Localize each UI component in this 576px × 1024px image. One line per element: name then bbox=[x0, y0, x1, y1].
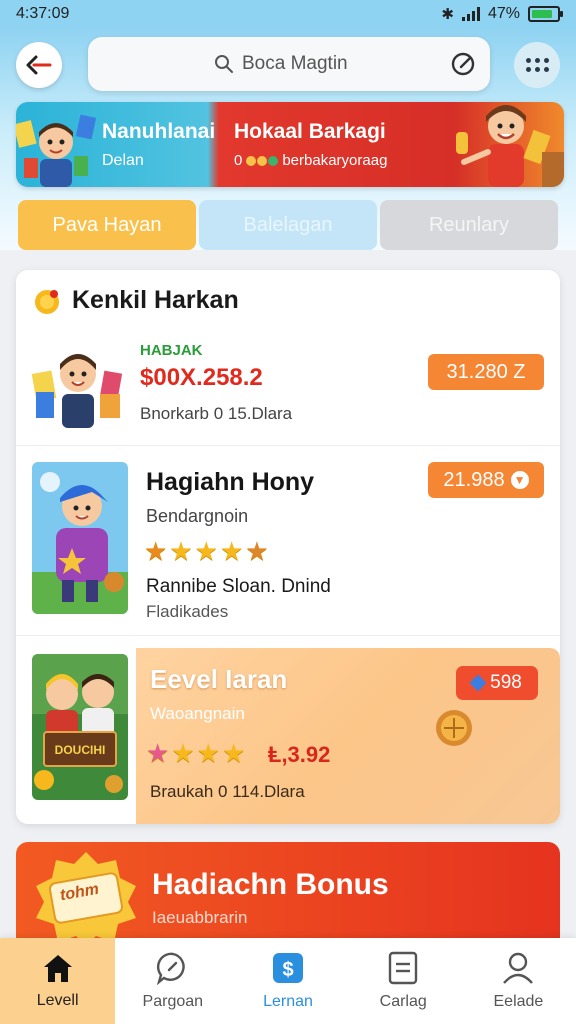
reward-list-card: Kenkil Harkan HABJAK $00X.258.2 Bnorkarb… bbox=[16, 270, 560, 824]
item-subtitle: Waoangnain bbox=[150, 704, 245, 723]
treasure-chest-icon bbox=[436, 710, 472, 746]
star-icon: ★ bbox=[194, 536, 218, 566]
star-icon: ★ bbox=[169, 536, 193, 566]
item-price-button[interactable]: 21.988 ▼ bbox=[428, 462, 544, 498]
item-detail-line-2: Fladikades bbox=[146, 602, 229, 621]
list-item[interactable]: HABJAK $00X.258.2 Bnorkarb 0 15.Dlara 31… bbox=[16, 330, 560, 446]
banner-right-subtitle-prefix: 0 bbox=[234, 152, 243, 169]
item-subtitle: Bendargnoin bbox=[146, 506, 249, 526]
dollar-app-icon: $ bbox=[273, 953, 303, 983]
search-icon bbox=[215, 55, 233, 73]
list-item-highlighted[interactable]: DOUCIHI Eevel Iaran Waoangnain ★ ★ ★ ★ Ⱡ… bbox=[16, 638, 560, 824]
coin-icon bbox=[35, 290, 59, 314]
rating-stars: ★ ★ ★ ★ bbox=[146, 740, 245, 766]
profile-icon bbox=[503, 952, 534, 984]
nav-label: Carlag bbox=[379, 993, 427, 1010]
more-menu-icon[interactable] bbox=[514, 42, 560, 88]
star-icon: ★ bbox=[219, 536, 244, 566]
edit-icon[interactable] bbox=[450, 51, 476, 77]
nav-item-pargoan[interactable]: Pargoan bbox=[115, 938, 230, 1024]
item-thumbnail-sign: DOUCIHI bbox=[55, 743, 106, 757]
nav-item-lernan[interactable]: $ Lernan bbox=[230, 938, 345, 1024]
search-input[interactable]: Boca Magtin bbox=[242, 53, 450, 75]
battery-icon bbox=[528, 6, 563, 22]
card-title: Kenkil Harkan bbox=[72, 286, 239, 314]
list-item[interactable]: Hagiahn Hony Bendargnoin ★ ★ ★ ★ ★ Ranni… bbox=[16, 446, 560, 636]
tab-pava-hayan[interactable]: Pava Hayan bbox=[18, 200, 196, 250]
item-thumbnail bbox=[32, 462, 128, 614]
star-icon: ★ bbox=[146, 738, 170, 768]
item-thumbnail: DOUCIHI bbox=[32, 654, 128, 800]
tag-icon bbox=[469, 674, 487, 692]
item-price: $00X.258.2 bbox=[140, 364, 263, 391]
status-time: 4:37:09 bbox=[16, 5, 70, 22]
svg-text:$: $ bbox=[282, 959, 293, 981]
nav-label: Pargoan bbox=[142, 993, 204, 1010]
nav-label: Lernan bbox=[263, 993, 313, 1010]
nav-item-eelade[interactable]: Eelade bbox=[461, 938, 576, 1024]
item-price-button[interactable]: 598 bbox=[456, 666, 538, 700]
mascot-chef-image bbox=[456, 105, 564, 187]
tab-balelagan[interactable]: Balelagan bbox=[199, 200, 377, 250]
coins-icon bbox=[246, 155, 279, 166]
nav-label: Levell bbox=[36, 992, 79, 1009]
banner-right-subtitle: berbakaryoraag bbox=[282, 152, 388, 169]
back-arrow-icon bbox=[26, 55, 52, 75]
tab-reunlary[interactable]: Reunlary bbox=[380, 200, 558, 250]
bonus-subtitle: Iaeuabbrarin bbox=[152, 908, 248, 927]
signal-icon bbox=[461, 7, 480, 21]
bonus-banner[interactable]: tohm Hadiachn Bonus Iaeuabbrarin bbox=[16, 842, 560, 952]
item-meta: Bnorkarb 0 15.Dlara bbox=[140, 404, 293, 423]
item-tag: HABJAK bbox=[140, 342, 203, 359]
star-icon: ★ bbox=[196, 738, 220, 768]
document-icon bbox=[389, 951, 418, 985]
star-icon: ★ bbox=[221, 738, 246, 768]
bonus-title: Hadiachn Bonus bbox=[152, 868, 389, 901]
banner-right-title: Hokaal Barkagi bbox=[234, 120, 386, 143]
home-icon bbox=[43, 955, 72, 982]
item-price: Ⱡ,3.92 bbox=[268, 742, 331, 767]
item-detail-line: Rannibe Sloan. Dnind bbox=[146, 576, 331, 597]
shield-icon: ▼ bbox=[510, 471, 529, 489]
chat-bubble-icon bbox=[156, 952, 185, 985]
item-name: Eevel Iaran bbox=[150, 664, 288, 694]
item-name: Hagiahn Hony bbox=[146, 468, 315, 496]
boy-with-cards-image bbox=[16, 114, 97, 187]
nav-label: Eelade bbox=[493, 993, 544, 1010]
header: Boca Magtin Nanuhlanai Delan Hokaal Bark… bbox=[0, 28, 576, 250]
banner-left-title: Nanuhlanai bbox=[102, 120, 216, 143]
bluetooth-icon: ✱ bbox=[441, 6, 454, 23]
item-price-button-label: 21.988 bbox=[443, 468, 505, 491]
item-price-button-label: 598 bbox=[490, 672, 522, 693]
back-button[interactable] bbox=[16, 42, 62, 88]
star-icon: ★ bbox=[144, 536, 168, 566]
banner-left-subtitle: Delan bbox=[102, 152, 144, 169]
item-thumbnail bbox=[31, 354, 123, 428]
tab-bar: Pava Hayan Balelagan Reunlary bbox=[18, 200, 558, 250]
nav-item-levell[interactable]: Levell bbox=[0, 938, 116, 1024]
item-price-button[interactable]: 31.280 Z bbox=[428, 354, 544, 390]
search-bar[interactable]: Boca Magtin bbox=[88, 37, 490, 91]
nav-item-carlag[interactable]: Carlag bbox=[346, 938, 461, 1024]
status-bar: 4:37:09 ✱ 47% bbox=[0, 0, 576, 28]
star-icon: ★ bbox=[245, 536, 269, 566]
star-icon: ★ bbox=[171, 738, 195, 768]
banner-right-subtitle-row: 0 berbakaryoraag bbox=[234, 152, 387, 169]
promo-banner[interactable]: Nanuhlanai Delan Hokaal Barkagi 0 berbak… bbox=[16, 102, 564, 187]
rating-stars: ★ ★ ★ ★ ★ bbox=[144, 538, 269, 564]
status-icons: ✱ 47% bbox=[441, 5, 563, 23]
bottom-nav: Levell Pargoan $ Lernan Carlag Eelade bbox=[0, 938, 576, 1024]
item-meta: Braukah 0 114.Dlara bbox=[150, 782, 305, 801]
battery-percent: 47% bbox=[487, 5, 520, 22]
